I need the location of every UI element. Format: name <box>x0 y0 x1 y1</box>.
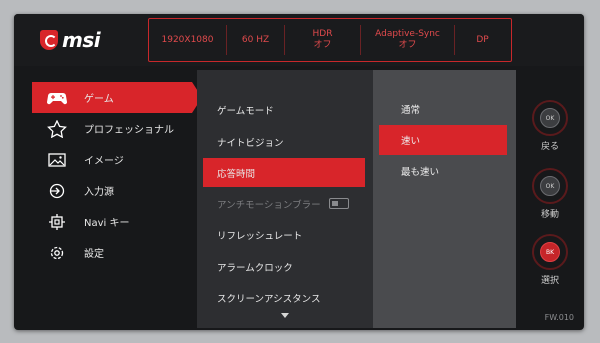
menu-item-label: ゲーム <box>84 94 114 105</box>
option-fastest[interactable]: 最も速い <box>379 156 507 186</box>
option-label: 最も速い <box>401 167 440 178</box>
status-info-bar: 1920X1080 60 HZ HDR オフ Adaptive-Sync オフ … <box>148 18 512 62</box>
joystick-icon: OK <box>532 100 568 136</box>
logo-text: msi <box>62 28 101 52</box>
hdr-value: オフ <box>313 40 332 50</box>
resolution-info: 1920X1080 <box>149 25 227 55</box>
control-select[interactable]: BK 選択 <box>516 234 584 286</box>
menu-item-label: プロフェッショナル <box>84 125 174 136</box>
control-label: 移動 <box>540 210 559 220</box>
submenu-item-label: ゲームモード <box>217 105 274 117</box>
menu-item-professional[interactable]: プロフェッショナル <box>32 113 212 144</box>
osd-panel: msi 1920X1080 60 HZ HDR オフ Adaptive-Sync… <box>14 14 584 330</box>
input-value: DP <box>476 34 489 45</box>
control-label: 選択 <box>540 276 559 286</box>
msi-logo: msi <box>14 14 148 66</box>
joystick-knob: OK <box>540 108 560 128</box>
menu-item-label: イメージ <box>84 156 124 167</box>
menu-item-label: 入力源 <box>84 187 114 198</box>
input-source-icon <box>44 182 70 200</box>
option-normal[interactable]: 通常 <box>379 94 507 124</box>
menu-item-label: Navi キー <box>84 218 130 229</box>
anti-motion-blur-toggle <box>329 198 349 209</box>
menu-item-navi-key[interactable]: Navi キー <box>32 206 212 237</box>
control-move[interactable]: OK 移動 <box>516 168 584 220</box>
submenu-item-label: アラームクロック <box>217 262 293 274</box>
hdr-label: HDR <box>312 29 333 39</box>
resolution-value: 1920X1080 <box>161 34 214 45</box>
joystick-knob: BK <box>540 242 560 262</box>
submenu-panel: ゲームモード ナイトビジョン 応答時間 アンチモーションブラー リフレッシュレー… <box>197 70 373 328</box>
option-label: 速い <box>401 136 421 147</box>
joystick-icon: OK <box>532 168 568 204</box>
refresh-value: 60 HZ <box>241 34 270 45</box>
submenu-item-label: リフレッシュレート <box>217 230 303 242</box>
submenu-item-refresh-rate[interactable]: リフレッシュレート <box>203 220 365 249</box>
option-label: 通常 <box>401 105 421 116</box>
joystick-guide: OK 戻る OK 移動 BK 選択 <box>516 70 584 328</box>
submenu-item-alarm-clock[interactable]: アラームクロック <box>203 252 365 281</box>
scroll-down-icon[interactable] <box>281 313 289 318</box>
adaptive-sync-value: オフ <box>398 40 417 50</box>
menu-item-label: 設定 <box>84 249 104 260</box>
gamepad-icon <box>44 89 70 107</box>
hdr-info: HDR オフ <box>285 25 361 55</box>
header: msi 1920X1080 60 HZ HDR オフ Adaptive-Sync… <box>14 14 584 66</box>
submenu-item-label: 応答時間 <box>217 168 256 180</box>
menu-item-input-source[interactable]: 入力源 <box>32 175 212 206</box>
input-info: DP <box>455 25 510 55</box>
msi-dragon-shield-icon <box>40 30 58 50</box>
option-panel: 通常 速い 最も速い <box>373 70 516 328</box>
joystick-knob: OK <box>540 176 560 196</box>
adaptive-sync-info: Adaptive-Sync オフ <box>361 25 455 55</box>
submenu-item-anti-motion-blur: アンチモーションブラー <box>203 189 365 218</box>
menu-item-settings[interactable]: 設定 <box>32 237 212 268</box>
gear-icon <box>44 244 70 262</box>
firmware-version: FW.010 <box>544 313 574 322</box>
submenu-item-screen-assistance[interactable]: スクリーンアシスタンス <box>203 283 365 312</box>
submenu-item-label: スクリーンアシスタンス <box>217 293 321 305</box>
refresh-info: 60 HZ <box>227 25 285 55</box>
control-back[interactable]: OK 戻る <box>516 100 584 152</box>
option-fast[interactable]: 速い <box>379 125 507 155</box>
submenu-item-night-vision[interactable]: ナイトビジョン <box>203 127 365 156</box>
control-label: 戻る <box>540 142 559 152</box>
navi-key-icon <box>44 213 70 231</box>
category-menu: ゲーム プロフェッショナル イメージ 入力源 Navi キー 設定 <box>32 82 212 268</box>
submenu-item-label: ナイトビジョン <box>217 137 284 149</box>
star-icon <box>44 119 70 138</box>
image-icon <box>44 151 70 169</box>
submenu-item-label: アンチモーションブラー <box>217 199 321 211</box>
adaptive-sync-label: Adaptive-Sync <box>375 29 440 39</box>
menu-item-game[interactable]: ゲーム <box>32 82 202 113</box>
joystick-icon: BK <box>532 234 568 270</box>
submenu-item-game-mode[interactable]: ゲームモード <box>203 95 365 124</box>
menu-item-image[interactable]: イメージ <box>32 144 212 175</box>
submenu-item-response-time[interactable]: 応答時間 <box>203 158 365 187</box>
